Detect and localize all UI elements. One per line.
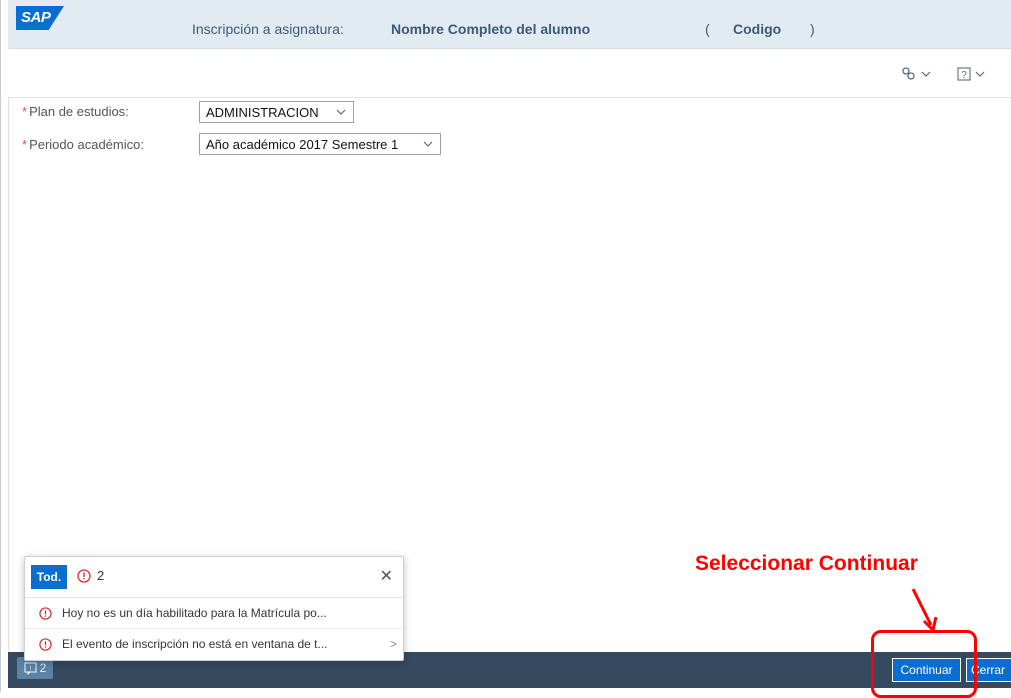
chevron-down-icon — [336, 109, 346, 115]
chevron-down-icon — [921, 71, 931, 77]
help-icon: ? — [957, 67, 971, 81]
left-accent-line — [8, 97, 9, 652]
plan-select[interactable]: ADMINISTRACION — [199, 101, 354, 123]
student-name: Nombre Completo del alumno — [391, 21, 591, 37]
settings-menu-button[interactable] — [901, 67, 932, 81]
message-text: Hoy no es un día habilitado para la Matr… — [62, 606, 327, 620]
annotation-highlight-box — [871, 630, 977, 698]
chevron-down-icon — [975, 71, 985, 77]
student-code: Codigo — [733, 21, 782, 37]
svg-text:!: ! — [29, 665, 31, 672]
error-icon — [77, 568, 91, 583]
error-icon — [39, 637, 52, 651]
message-item[interactable]: Hoy no es un día habilitado para la Matr… — [25, 598, 403, 629]
message-item[interactable]: El evento de inscripción no está en vent… — [25, 629, 403, 659]
svg-text:?: ? — [961, 70, 967, 81]
error-icon — [39, 606, 52, 620]
page-title: Inscripción a asignatura: — [192, 21, 344, 37]
toolbar: ? — [8, 49, 1011, 98]
help-menu-button[interactable]: ? — [957, 67, 986, 81]
message-popover: Tod. 2 ✕ Hoy no es un día habilitado par… — [24, 556, 404, 661]
message-count: 2 — [39, 661, 47, 675]
gear-icon — [902, 67, 915, 80]
close-icon[interactable]: ✕ — [380, 566, 393, 586]
paren-close: ) — [810, 21, 815, 37]
chevron-right-icon: > — [389, 637, 397, 651]
period-row: * Periodo académico: — [22, 137, 144, 152]
period-value: Año académico 2017 Semestre 1 — [206, 136, 399, 152]
message-icon: ! — [24, 661, 37, 675]
error-count: 2 — [97, 568, 105, 583]
tab-all-messages[interactable]: Tod. — [31, 565, 67, 589]
required-marker: * — [22, 137, 28, 152]
period-label: Periodo académico: — [29, 137, 144, 152]
annotation-label: Seleccionar Continuar — [695, 552, 918, 575]
tab-errors[interactable]: 2 — [77, 568, 104, 583]
sap-logo: SAP — [16, 6, 64, 30]
period-select[interactable]: Año académico 2017 Semestre 1 — [199, 133, 441, 155]
paren-open: ( — [705, 21, 710, 37]
plan-value: ADMINISTRACION — [206, 104, 319, 120]
chevron-down-icon — [423, 141, 433, 147]
required-marker: * — [22, 104, 28, 119]
plan-row: * Plan de estudios: — [22, 104, 129, 119]
shell-header: SAP Inscripción a asignatura: Nombre Com… — [8, 0, 1011, 49]
plan-label: Plan de estudios: — [29, 104, 129, 119]
annotation-arrow-icon — [911, 588, 938, 633]
popover-header: Tod. 2 ✕ — [25, 557, 403, 598]
message-text: El evento de inscripción no está en vent… — [62, 637, 328, 651]
